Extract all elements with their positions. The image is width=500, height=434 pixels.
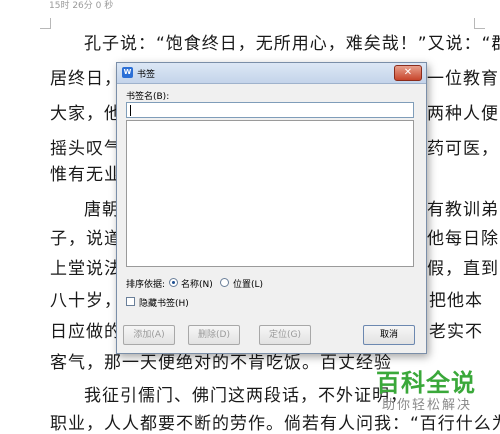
delete-button[interactable]: 删除(D) (188, 325, 240, 345)
document-line: 日应做的 (50, 322, 122, 342)
document-line: 上堂说法 (50, 259, 122, 279)
margin-corner-mark (474, 18, 485, 29)
document-line: 有教训弟 (427, 200, 499, 220)
hidden-bookmarks-checkbox[interactable] (126, 297, 135, 306)
document-line: 把他本 (429, 291, 483, 311)
sort-by-label: 排序依据: (126, 280, 166, 290)
sort-by-name-radio[interactable] (169, 278, 178, 287)
document-line: 子，说道 (50, 229, 122, 249)
document-line: 我征引儒门、佛门这两段话，不外证明， (84, 386, 408, 406)
text-caret (130, 105, 131, 116)
document-line: 大家，他 (50, 104, 122, 124)
goto-button[interactable]: 定位(G) (259, 325, 311, 345)
time-ruler-text: 15时 26分 0 秒 (49, 1, 114, 11)
cancel-button[interactable]: 取消 (363, 325, 415, 345)
watermark-subtitle: 助你轻松解决 (382, 398, 473, 413)
document-line: 八十岁， (50, 291, 122, 311)
add-button[interactable]: 添加(A) (123, 325, 175, 345)
hidden-bookmarks-label[interactable]: 隐藏书签(H) (139, 296, 189, 309)
document-line: 孔子说：“饱食终日，无所用心，难矣哉！”又说：“群 (84, 34, 500, 54)
wps-app-icon: W (122, 67, 133, 78)
document-line: 居终日， (50, 69, 122, 89)
document-line: 一位教育 (427, 69, 499, 89)
bookmark-list[interactable] (126, 120, 414, 267)
margin-corner-mark (40, 18, 51, 29)
close-button[interactable]: ✕ (394, 65, 422, 81)
bookmark-name-input[interactable] (126, 102, 414, 118)
document-line: 老实不 (429, 322, 483, 342)
document-line: 假，直到 (427, 259, 499, 279)
dialog-title: 书签 (137, 70, 156, 80)
watermark-title: 百科全说 (376, 369, 476, 397)
document-line: 唐朝 (84, 200, 120, 220)
bookmark-name-label: 书签名(B): (126, 92, 170, 102)
dialog-titlebar[interactable]: W 书签 ✕ (117, 63, 426, 84)
document-line: 惟有无业 (50, 165, 122, 185)
sort-by-position-radio[interactable] (220, 278, 229, 287)
sort-by-position-label[interactable]: 位置(L) (233, 277, 263, 290)
document-line: 摇头叹气 (50, 139, 122, 159)
sort-by-name-label[interactable]: 名称(N) (181, 277, 213, 290)
bookmark-dialog: W 书签 ✕ 书签名(B): 排序依据: 名称(N) 位置(L) 隐藏书签(H)… (116, 62, 427, 354)
document-line: 他每日除 (427, 229, 499, 249)
document-line: 两种人便 (427, 104, 499, 124)
document-line: 药可医， (427, 139, 499, 159)
